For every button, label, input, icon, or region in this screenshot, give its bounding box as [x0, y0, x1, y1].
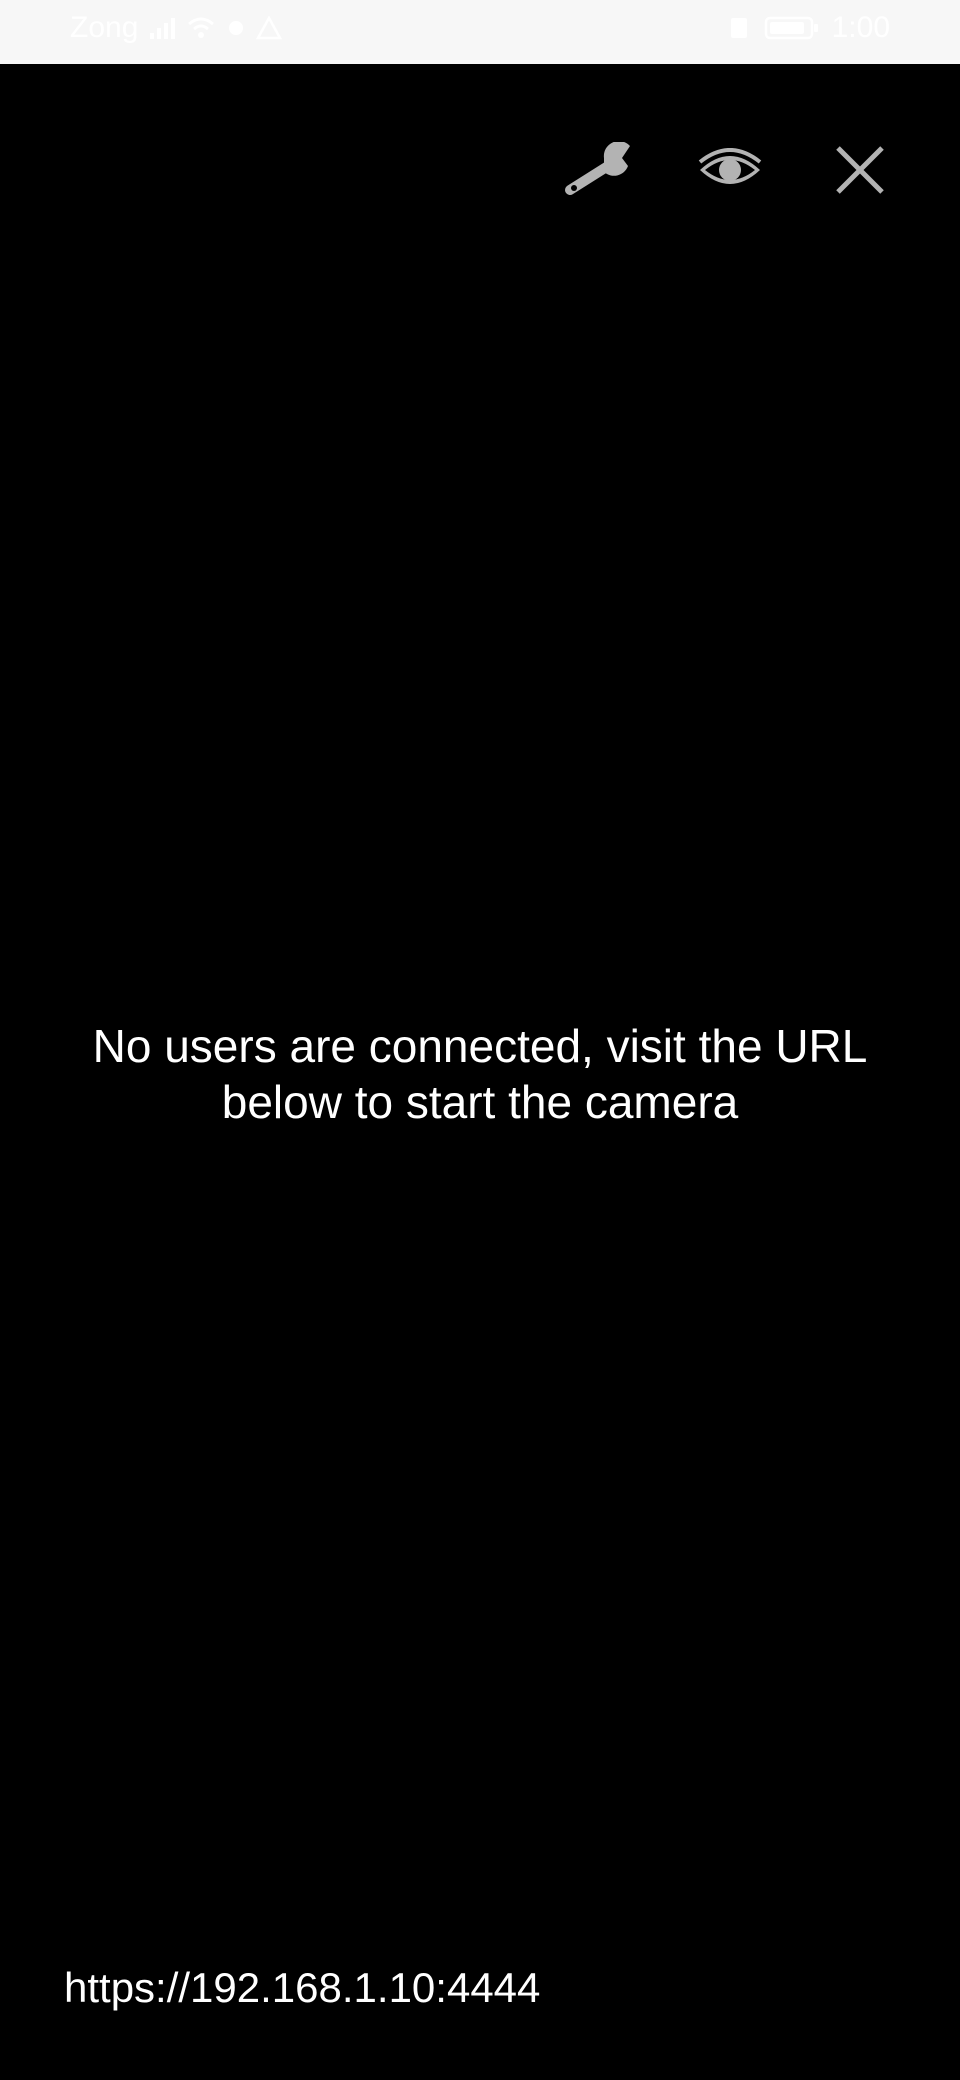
- status-right: 1:00: [726, 8, 890, 48]
- status-bar: Zong 1:00: [0, 0, 960, 64]
- warning-icon: [256, 16, 283, 40]
- server-url[interactable]: https://192.168.1.10:4444: [64, 1960, 540, 2016]
- wifi-icon: [186, 15, 216, 41]
- settings-button[interactable]: [560, 130, 640, 210]
- carrier-label: Zong: [70, 11, 139, 44]
- camera-toolbar: [560, 130, 900, 210]
- battery-icon: [764, 15, 820, 41]
- clock-label: 1:00: [831, 11, 890, 44]
- preview-button[interactable]: [690, 130, 770, 210]
- app-screen: Zong 1:00 No users are connected, visit …: [0, 0, 960, 2080]
- eye-icon: [697, 148, 763, 192]
- vibrate-icon: [726, 15, 752, 41]
- status-left: Zong: [70, 8, 283, 48]
- dot-icon: [226, 18, 246, 38]
- close-icon: [835, 145, 885, 195]
- close-button[interactable]: [820, 130, 900, 210]
- wrench-icon: [562, 142, 638, 198]
- no-users-message: No users are connected, visit the URL be…: [92, 1020, 868, 1128]
- signal-icon: [148, 15, 176, 41]
